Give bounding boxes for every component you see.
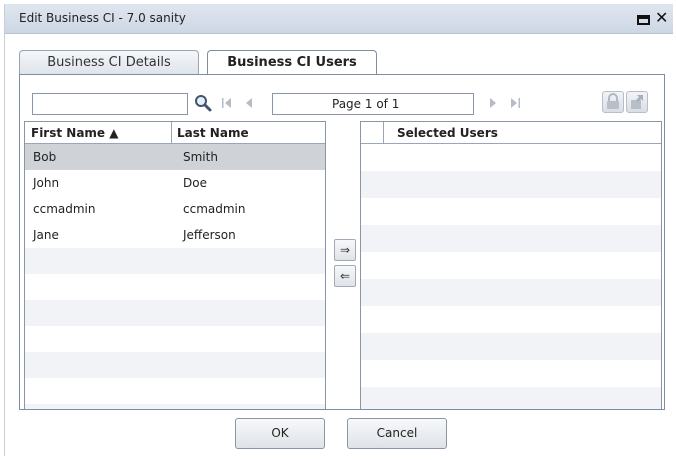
prev-page-icon[interactable] <box>242 95 256 111</box>
selected-users-header: Selected Users <box>361 122 661 144</box>
first-name-cell: Bob <box>33 150 57 164</box>
tab-business-ci-details[interactable]: Business CI Details <box>19 50 199 76</box>
maximize-icon[interactable] <box>637 15 650 25</box>
last-name-cell: ccmadmin <box>183 202 246 216</box>
edit-business-ci-dialog: Edit Business CI - 7.0 sanity ✕ Business… <box>4 4 673 456</box>
close-icon[interactable]: ✕ <box>655 9 668 27</box>
empty-row <box>361 225 661 252</box>
empty-row <box>25 248 325 274</box>
column-header-first-name[interactable]: First Name ▲ <box>31 126 118 140</box>
empty-row <box>361 252 661 279</box>
first-name-cell: ccmadmin <box>33 202 96 216</box>
dialog-titlebar[interactable]: Edit Business CI - 7.0 sanity ✕ <box>5 4 673 34</box>
empty-row <box>361 144 661 171</box>
selected-users-grid: Selected Users <box>360 121 662 409</box>
search-input[interactable] <box>32 93 188 115</box>
table-row[interactable]: Jane Jefferson <box>25 222 325 248</box>
next-page-icon[interactable] <box>486 95 500 111</box>
remove-user-button[interactable]: ⇐ <box>334 265 356 287</box>
export-button[interactable] <box>626 91 648 113</box>
empty-row <box>25 404 325 409</box>
available-users-rows: Bob Smith John Doe ccmadmin ccmadmin Jan… <box>25 144 325 409</box>
first-name-cell: John <box>33 176 60 190</box>
page-indicator: Page 1 of 1 <box>332 97 400 111</box>
selected-users-rows <box>361 144 661 409</box>
empty-row <box>25 300 325 326</box>
empty-row <box>361 333 661 360</box>
empty-row <box>25 326 325 352</box>
column-header-last-name[interactable]: Last Name <box>177 126 249 140</box>
column-header-selected-users[interactable]: Selected Users <box>397 126 498 140</box>
last-name-cell: Doe <box>183 176 207 190</box>
table-row[interactable]: Bob Smith <box>25 144 325 170</box>
empty-row <box>361 279 661 306</box>
available-users-header: First Name ▲ Last Name <box>25 122 325 144</box>
add-user-button[interactable]: ⇒ <box>334 239 356 261</box>
cancel-button[interactable]: Cancel <box>347 418 447 449</box>
first-name-cell: Jane <box>33 228 59 242</box>
table-row[interactable]: John Doe <box>25 170 325 196</box>
column-separator[interactable] <box>171 122 172 144</box>
empty-row <box>361 171 661 198</box>
empty-row <box>25 352 325 378</box>
empty-row <box>361 198 661 225</box>
empty-row <box>25 274 325 300</box>
search-icon[interactable] <box>194 94 212 112</box>
tab-business-ci-users[interactable]: Business CI Users <box>207 50 377 77</box>
available-users-grid: First Name ▲ Last Name Bob Smith John Do… <box>24 121 326 409</box>
ok-button[interactable]: OK <box>235 418 325 449</box>
last-name-cell: Smith <box>183 150 218 164</box>
lock-button[interactable] <box>602 91 624 113</box>
empty-row <box>361 306 661 333</box>
table-row[interactable]: ccmadmin ccmadmin <box>25 196 325 222</box>
last-name-cell: Jefferson <box>183 228 236 242</box>
dialog-title: Edit Business CI - 7.0 sanity <box>19 11 186 25</box>
empty-row <box>361 387 661 409</box>
lock-icon <box>607 93 619 109</box>
first-page-icon[interactable] <box>220 95 234 111</box>
column-separator[interactable] <box>383 122 384 144</box>
export-icon <box>631 95 643 109</box>
last-page-icon[interactable] <box>508 95 522 111</box>
users-tab-panel: Page 1 of 1 First Name ▲ Last Name Bob S… <box>19 74 665 410</box>
empty-row <box>25 378 325 404</box>
empty-row <box>361 360 661 387</box>
